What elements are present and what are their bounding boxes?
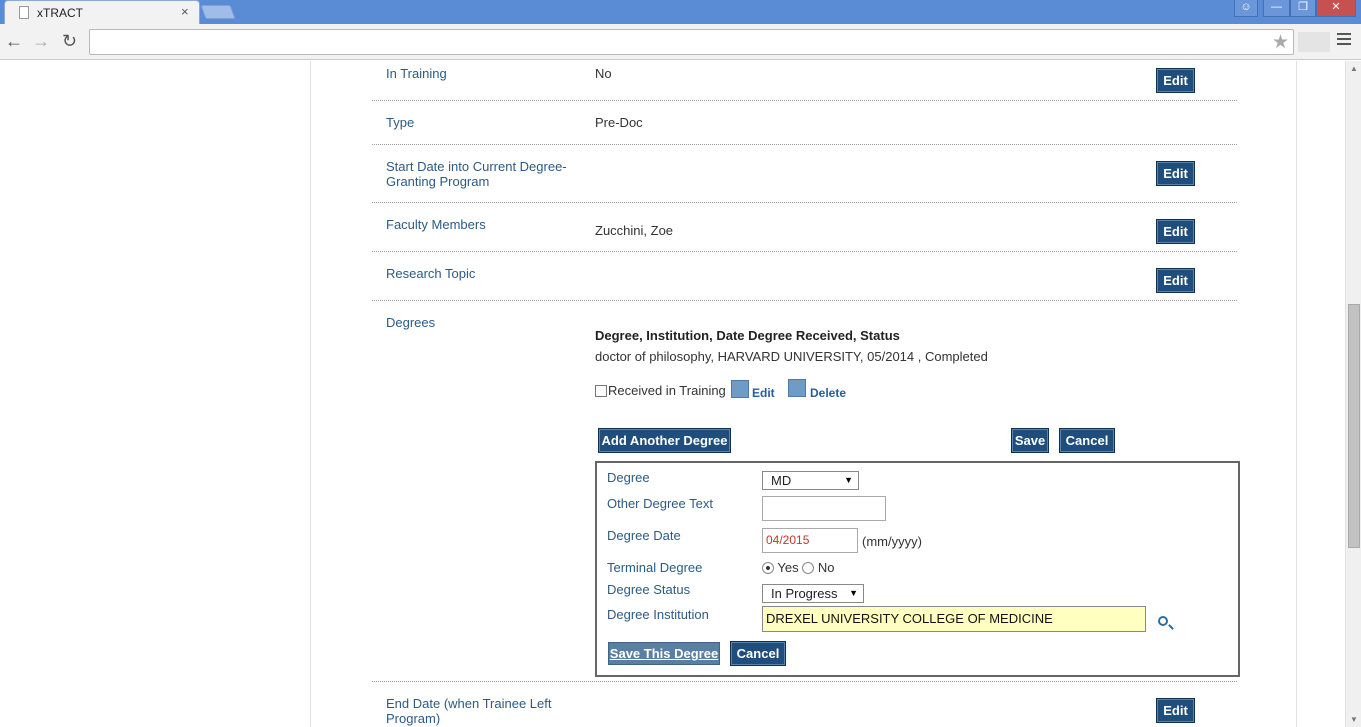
scrollbar-thumb[interactable]: [1348, 304, 1360, 548]
start-date-edit-button[interactable]: Edit: [1156, 161, 1195, 186]
user-icon[interactable]: ☺: [1234, 0, 1258, 17]
cancel-button[interactable]: Cancel: [1059, 428, 1115, 453]
degree-entry-form: Degree MD ▼ Other Degree Text Degree Dat…: [595, 461, 1240, 677]
degree-select[interactable]: MD ▼: [762, 471, 859, 490]
start-date-label: Start Date into Current Degree-Granting …: [386, 159, 567, 189]
degree-field-label: Degree: [607, 470, 650, 485]
vertical-scrollbar[interactable]: ▲ ▼: [1345, 61, 1361, 727]
in-training-edit-button[interactable]: Edit: [1156, 68, 1195, 93]
degree-status-select[interactable]: In Progress ▼: [762, 584, 864, 603]
reload-icon[interactable]: ↻: [62, 31, 77, 51]
row-divider: [372, 300, 1237, 301]
tab-close-icon[interactable]: ×: [181, 4, 189, 19]
faculty-members-label: Faculty Members: [386, 217, 486, 232]
extension-area: [1298, 32, 1330, 52]
degree-edit-link[interactable]: Edit: [752, 386, 775, 400]
dropdown-arrow-icon: ▼: [844, 475, 853, 485]
row-divider: [372, 681, 1237, 682]
row-divider: [372, 100, 1237, 101]
content-right-border: [1296, 61, 1297, 727]
research-topic-edit-button[interactable]: Edit: [1156, 268, 1195, 293]
save-this-degree-button[interactable]: Save This Degree: [608, 642, 720, 665]
degree-form-cancel-button[interactable]: Cancel: [730, 641, 786, 666]
address-bar[interactable]: ★: [89, 29, 1294, 55]
type-value: Pre-Doc: [595, 115, 643, 130]
terminal-degree-no-radio[interactable]: [802, 562, 815, 574]
back-arrow-icon[interactable]: ←: [5, 31, 23, 51]
browser-toolbar: ← → ↻ ★: [0, 24, 1361, 60]
degree-date-input[interactable]: 04/2015: [762, 528, 858, 553]
browser-tab[interactable]: xTRACT ×: [4, 0, 200, 24]
degree-status-value: In Progress: [771, 586, 838, 601]
minimize-icon[interactable]: —: [1263, 0, 1290, 17]
edit-pencil-icon[interactable]: [731, 380, 749, 398]
row-divider: [372, 251, 1237, 252]
terminal-degree-yes-label: Yes: [777, 560, 799, 575]
in-training-value: No: [595, 66, 612, 81]
degree-select-value: MD: [771, 473, 792, 488]
research-topic-label: Research Topic: [386, 266, 476, 281]
terminal-degree-yes-radio[interactable]: [762, 562, 774, 574]
degree-institution-input[interactable]: DREXEL UNIVERSITY COLLEGE OF MEDICINE: [762, 606, 1146, 632]
new-tab-button[interactable]: [200, 5, 236, 19]
page-viewport: In Training No Edit Type Pre-Doc Start D…: [0, 61, 1345, 727]
browser-titlebar: xTRACT × ☺ — ❐ ✕: [0, 0, 1361, 24]
terminal-degree-no-label: No: [817, 560, 835, 575]
degree-date-format-hint: (mm/yyyy): [862, 534, 922, 549]
other-degree-text-input[interactable]: [762, 496, 886, 521]
document-icon: [19, 6, 29, 19]
degrees-table-header: Degree, Institution, Date Degree Receive…: [595, 328, 900, 343]
degree-delete-link[interactable]: Delete: [810, 386, 846, 400]
received-in-training-checkbox[interactable]: [595, 385, 607, 397]
other-degree-text-label: Other Degree Text: [607, 496, 713, 511]
menu-icon[interactable]: [1337, 33, 1351, 48]
degree-record: doctor of philosophy, HARVARD UNIVERSITY…: [595, 349, 988, 364]
scroll-up-arrow-icon[interactable]: ▲: [1350, 64, 1358, 73]
content-left-border: [310, 61, 311, 727]
close-icon[interactable]: ✕: [1316, 0, 1356, 17]
add-another-degree-button[interactable]: Add Another Degree: [598, 428, 731, 453]
terminal-degree-label: Terminal Degree: [607, 560, 703, 575]
end-date-edit-button[interactable]: Edit: [1156, 698, 1195, 723]
bookmark-star-icon[interactable]: ★: [1272, 31, 1289, 54]
degree-date-label: Degree Date: [607, 528, 681, 543]
degrees-label: Degrees: [386, 315, 436, 330]
end-date-label: End Date (when Trainee Left Program): [386, 696, 552, 726]
save-button[interactable]: Save: [1011, 428, 1049, 453]
forward-arrow-icon[interactable]: →: [32, 31, 50, 51]
received-in-training-row: Received in Training: [595, 383, 726, 398]
tab-title: xTRACT: [37, 6, 83, 20]
row-divider: [372, 144, 1237, 145]
restore-icon[interactable]: ❐: [1290, 0, 1316, 17]
delete-x-icon[interactable]: [788, 379, 806, 397]
terminal-degree-options: Yes No: [762, 560, 834, 575]
faculty-members-value: Zucchini, Zoe: [595, 223, 674, 238]
faculty-members-edit-button[interactable]: Edit: [1156, 219, 1195, 244]
in-training-label: In Training: [386, 66, 447, 81]
received-in-training-label: Received in Training: [608, 383, 726, 398]
row-divider: [372, 202, 1237, 203]
degree-institution-label: Degree Institution: [607, 607, 709, 622]
search-icon[interactable]: [1158, 616, 1168, 626]
type-label: Type: [386, 115, 415, 130]
dropdown-arrow-icon: ▼: [849, 588, 858, 598]
degree-status-label: Degree Status: [607, 582, 691, 597]
scroll-down-arrow-icon[interactable]: ▼: [1350, 715, 1358, 724]
